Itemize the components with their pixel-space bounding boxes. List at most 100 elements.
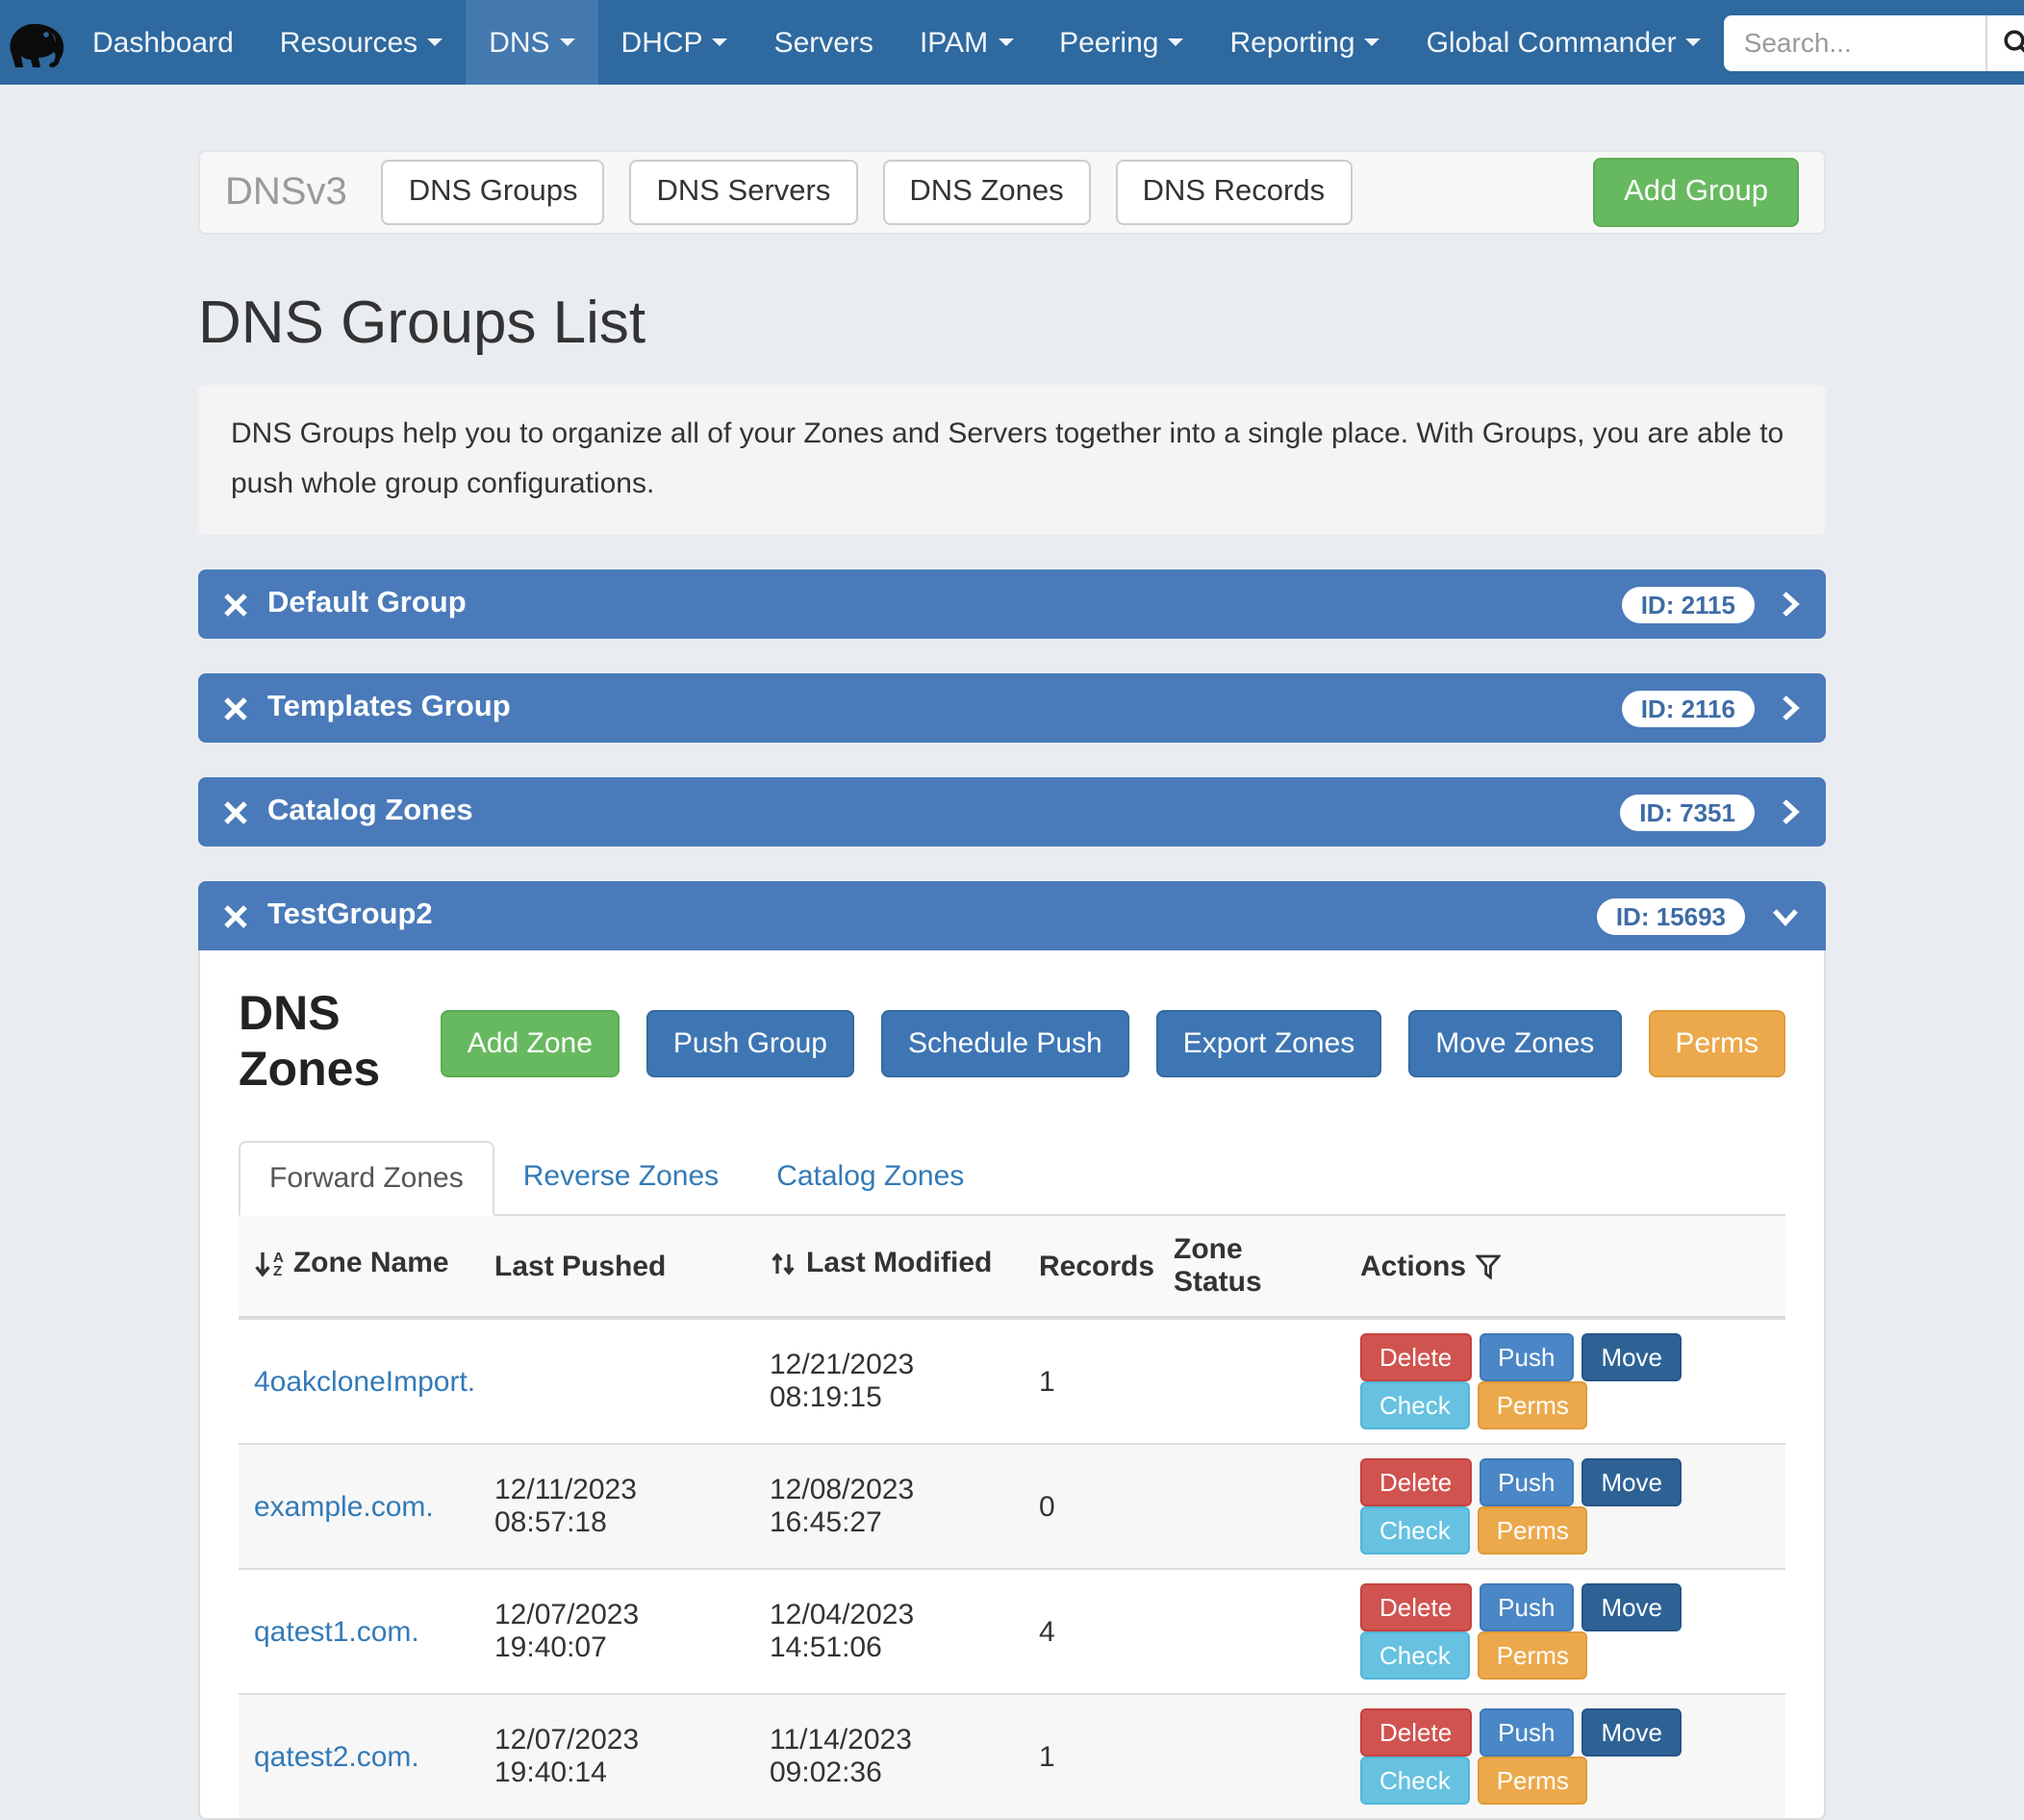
dns-records-button[interactable]: DNS Records (1116, 160, 1353, 225)
push-group-button[interactable]: Push Group (646, 1009, 854, 1076)
push-button[interactable]: Push (1479, 1458, 1574, 1506)
nav-dashboard[interactable]: Dashboard (69, 0, 257, 85)
tab-catalog-zones[interactable]: Catalog Zones (747, 1141, 993, 1214)
group-row-templates-group[interactable]: Templates Group ID: 2116 (198, 673, 1826, 743)
move-button[interactable]: Move (1581, 1583, 1682, 1631)
perms-button[interactable]: Perms (1478, 1381, 1588, 1429)
last-pushed-cell: 12/07/2023 19:40:14 (479, 1694, 754, 1818)
last-pushed-cell: 12/11/2023 08:57:18 (479, 1444, 754, 1569)
table-row: example.com. 12/11/2023 08:57:18 12/08/2… (239, 1444, 1785, 1569)
perms-button[interactable]: Perms (1478, 1506, 1588, 1555)
logo-mammoth-svg (0, 13, 69, 71)
push-button[interactable]: Push (1479, 1583, 1574, 1631)
dns-zones-button[interactable]: DNS Zones (882, 160, 1090, 225)
zone-link[interactable]: qatest1.com. (254, 1615, 419, 1648)
check-button[interactable]: Check (1360, 1631, 1470, 1680)
navbar-search-group (1725, 14, 2024, 70)
column-header: Actions (1360, 1250, 1466, 1282)
zones-table: AZ Zone Name Last Pushed Last Modified (239, 1216, 1785, 1818)
remove-group-icon[interactable] (223, 695, 248, 720)
chevron-right-icon[interactable] (1780, 589, 1801, 619)
zone-link[interactable]: example.com. (254, 1490, 434, 1523)
filter-funnel-icon[interactable] (1476, 1253, 1501, 1278)
nav-dns[interactable]: DNS (466, 0, 597, 85)
column-header[interactable]: Records (1039, 1250, 1154, 1282)
nav-resources[interactable]: Resources (257, 0, 466, 85)
top-navbar: Dashboard Resources DNS DHCP Servers IPA… (0, 0, 2024, 85)
table-row: 4oakcloneImport. 12/21/2023 08:19:15 1 D… (239, 1318, 1785, 1444)
nav-servers[interactable]: Servers (751, 0, 897, 85)
delete-button[interactable]: Delete (1360, 1708, 1471, 1757)
group-id-badge: ID: 15693 (1597, 897, 1745, 934)
column-header[interactable]: Zone Status (1174, 1233, 1262, 1299)
last-modified-cell: 12/04/2023 14:51:06 (754, 1569, 1024, 1694)
group-name: Templates Group (267, 691, 511, 725)
nav-peering[interactable]: Peering (1036, 0, 1206, 85)
nav-label: Resources (280, 26, 417, 59)
perms-button[interactable]: Perms (1478, 1757, 1588, 1805)
zone-status-cell (1158, 1318, 1345, 1444)
column-header[interactable]: Last Pushed (494, 1250, 666, 1282)
dnsv3-toolbar: DNSv3 DNS Groups DNS Servers DNS Zones D… (198, 150, 1826, 235)
move-button[interactable]: Move (1581, 1333, 1682, 1381)
nav-reporting[interactable]: Reporting (1206, 0, 1403, 85)
tab-forward-zones[interactable]: Forward Zones (239, 1141, 494, 1216)
add-zone-button[interactable]: Add Zone (441, 1009, 620, 1076)
delete-button[interactable]: Delete (1360, 1458, 1471, 1506)
remove-group-icon[interactable] (223, 799, 248, 824)
schedule-push-button[interactable]: Schedule Push (881, 1009, 1129, 1076)
delete-button[interactable]: Delete (1360, 1333, 1471, 1381)
chevron-right-icon[interactable] (1780, 796, 1801, 827)
add-group-button[interactable]: Add Group (1593, 158, 1799, 227)
group-name: TestGroup2 (267, 898, 433, 933)
export-zones-button[interactable]: Export Zones (1156, 1009, 1381, 1076)
last-modified-cell: 12/08/2023 16:45:27 (754, 1444, 1024, 1569)
logo-mammoth-icon[interactable] (0, 0, 69, 85)
table-header-row: AZ Zone Name Last Pushed Last Modified (239, 1216, 1785, 1318)
records-cell: 0 (1024, 1444, 1158, 1569)
last-modified-cell: 11/14/2023 09:02:36 (754, 1694, 1024, 1818)
group-row-catalog-zones[interactable]: Catalog Zones ID: 7351 (198, 777, 1826, 847)
move-zones-button[interactable]: Move Zones (1408, 1009, 1621, 1076)
zone-link[interactable]: qatest2.com. (254, 1740, 419, 1773)
check-button[interactable]: Check (1360, 1381, 1470, 1429)
column-header[interactable]: Zone Name (293, 1248, 449, 1280)
group-name: Default Group (267, 587, 467, 621)
nav-dhcp[interactable]: DHCP (598, 0, 751, 85)
search-button[interactable] (1986, 14, 2024, 70)
remove-group-icon[interactable] (223, 903, 248, 928)
search-input[interactable] (1725, 14, 1986, 70)
check-button[interactable]: Check (1360, 1506, 1470, 1555)
caret-down-icon (713, 38, 728, 46)
move-button[interactable]: Move (1581, 1708, 1682, 1757)
zone-status-cell (1158, 1694, 1345, 1818)
sort-icon[interactable] (770, 1251, 797, 1277)
zone-link[interactable]: 4oakcloneImport. (254, 1365, 475, 1398)
last-modified-cell: 12/21/2023 08:19:15 (754, 1318, 1024, 1444)
nav-global-commander[interactable]: Global Commander (1404, 0, 1725, 85)
perms-button[interactable]: Perms (1648, 1009, 1785, 1076)
zone-status-cell (1158, 1569, 1345, 1694)
perms-button[interactable]: Perms (1478, 1631, 1588, 1680)
sort-alpha-icon[interactable]: AZ (254, 1251, 284, 1277)
check-button[interactable]: Check (1360, 1757, 1470, 1805)
dns-groups-button[interactable]: DNS Groups (382, 160, 605, 225)
chevron-down-icon[interactable] (1770, 905, 1801, 926)
push-button[interactable]: Push (1479, 1333, 1574, 1381)
column-header[interactable]: Last Modified (806, 1248, 992, 1280)
remove-group-icon[interactable] (223, 592, 248, 617)
caret-down-icon (1168, 38, 1183, 46)
move-button[interactable]: Move (1581, 1458, 1682, 1506)
push-button[interactable]: Push (1479, 1708, 1574, 1757)
zone-tabs: Forward Zones Reverse Zones Catalog Zone… (239, 1141, 1785, 1216)
group-row-testgroup2[interactable]: TestGroup2 ID: 15693 (198, 881, 1826, 950)
delete-button[interactable]: Delete (1360, 1583, 1471, 1631)
nav-ipam[interactable]: IPAM (897, 0, 1036, 85)
dns-servers-button[interactable]: DNS Servers (629, 160, 857, 225)
main-container: DNSv3 DNS Groups DNS Servers DNS Zones D… (198, 150, 1826, 1820)
tab-reverse-zones[interactable]: Reverse Zones (494, 1141, 747, 1214)
last-pushed-cell: 12/07/2023 19:40:07 (479, 1569, 754, 1694)
chevron-right-icon[interactable] (1780, 693, 1801, 723)
zones-title: DNS Zones (239, 987, 410, 1099)
group-row-default-group[interactable]: Default Group ID: 2115 (198, 569, 1826, 639)
